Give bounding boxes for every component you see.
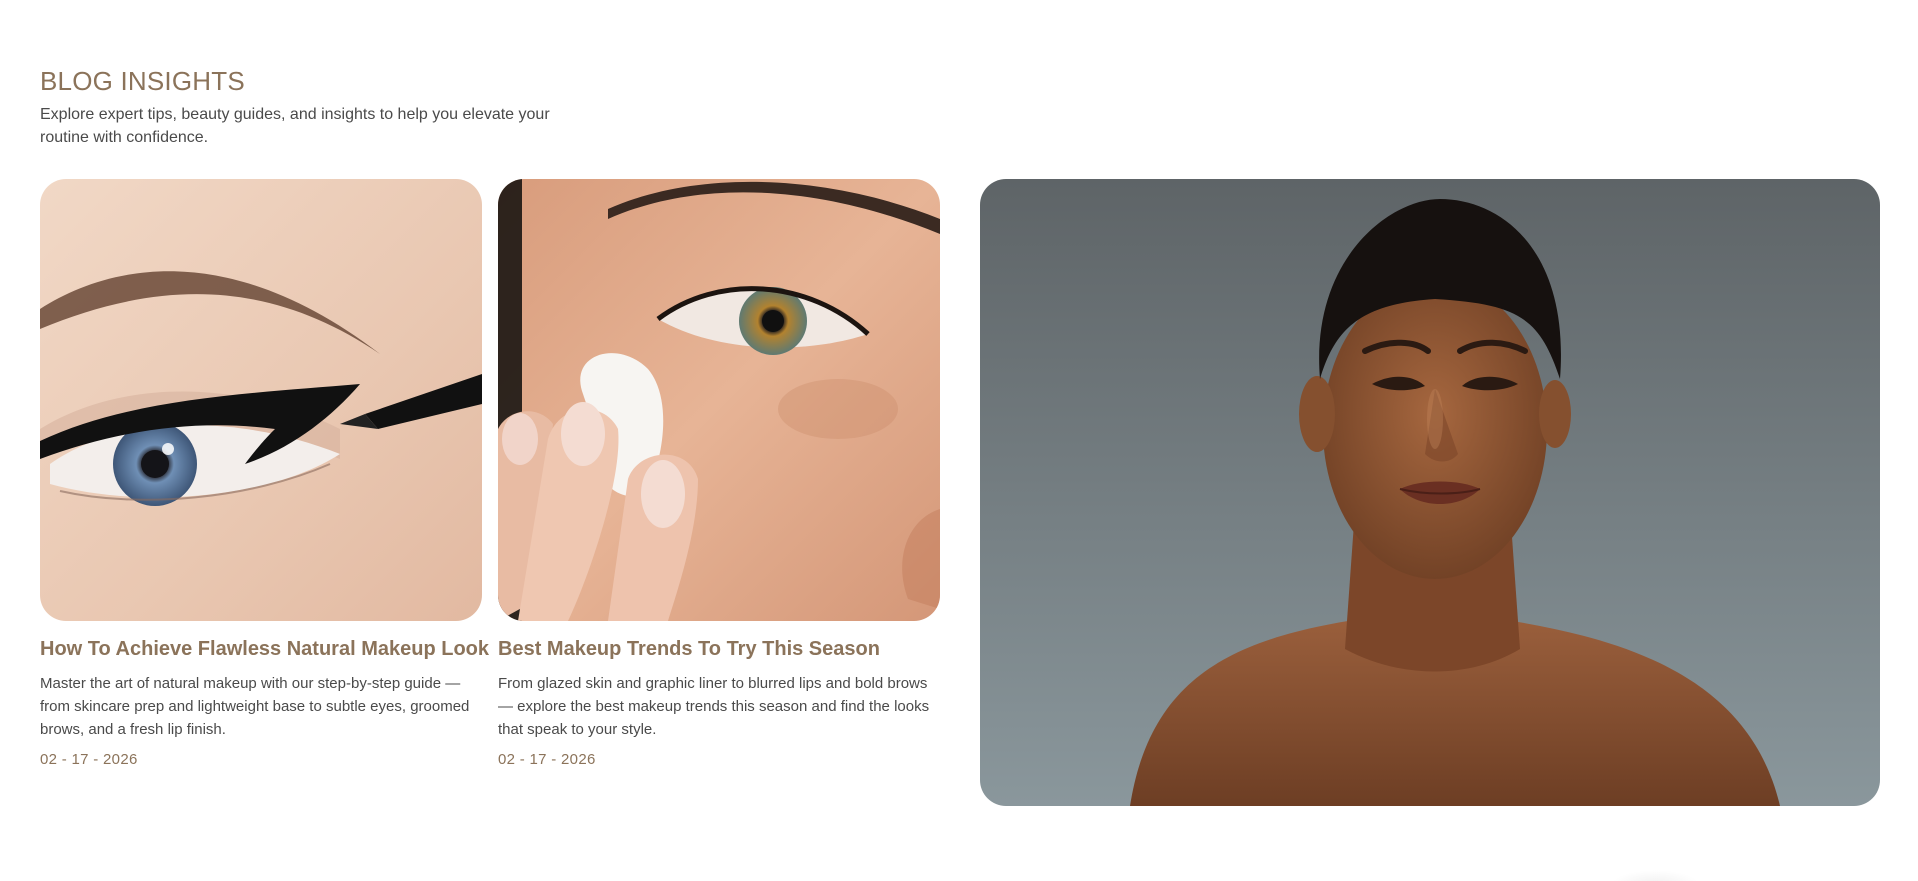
blog-card-image-eyeliner[interactable] — [40, 179, 482, 621]
blog-insights-section: BLOG INSIGHTS Explore expert tips, beaut… — [0, 0, 1918, 881]
section-subtitle: Explore expert tips, beauty guides, and … — [40, 106, 550, 146]
blog-card-title[interactable]: How To Achieve Flawless Natural Makeup L… — [40, 635, 489, 663]
blog-card-date: 02 - 17 - 2026 — [498, 751, 596, 768]
featured-blog-image[interactable] — [980, 179, 1880, 806]
eyeliner-closeup-photo — [40, 179, 482, 621]
blog-card-excerpt: Master the art of natural makeup with ou… — [40, 675, 470, 738]
blog-card-title[interactable]: Best Makeup Trends To Try This Season — [498, 635, 940, 663]
blog-card-excerpt: From glazed skin and graphic liner to bl… — [498, 675, 930, 738]
blog-card-image-skincare[interactable] — [498, 179, 940, 621]
decorative-shadow — [1610, 870, 1700, 881]
blog-card: Best Makeup Trends To Try This Season Fr… — [498, 179, 940, 768]
blog-card-date: 02 - 17 - 2026 — [40, 751, 138, 768]
blog-card: How To Achieve Flawless Natural Makeup L… — [40, 179, 489, 768]
section-heading: BLOG INSIGHTS — [40, 66, 245, 96]
skin-cream-application-photo — [498, 179, 940, 621]
portrait-model-photo — [980, 179, 1880, 806]
